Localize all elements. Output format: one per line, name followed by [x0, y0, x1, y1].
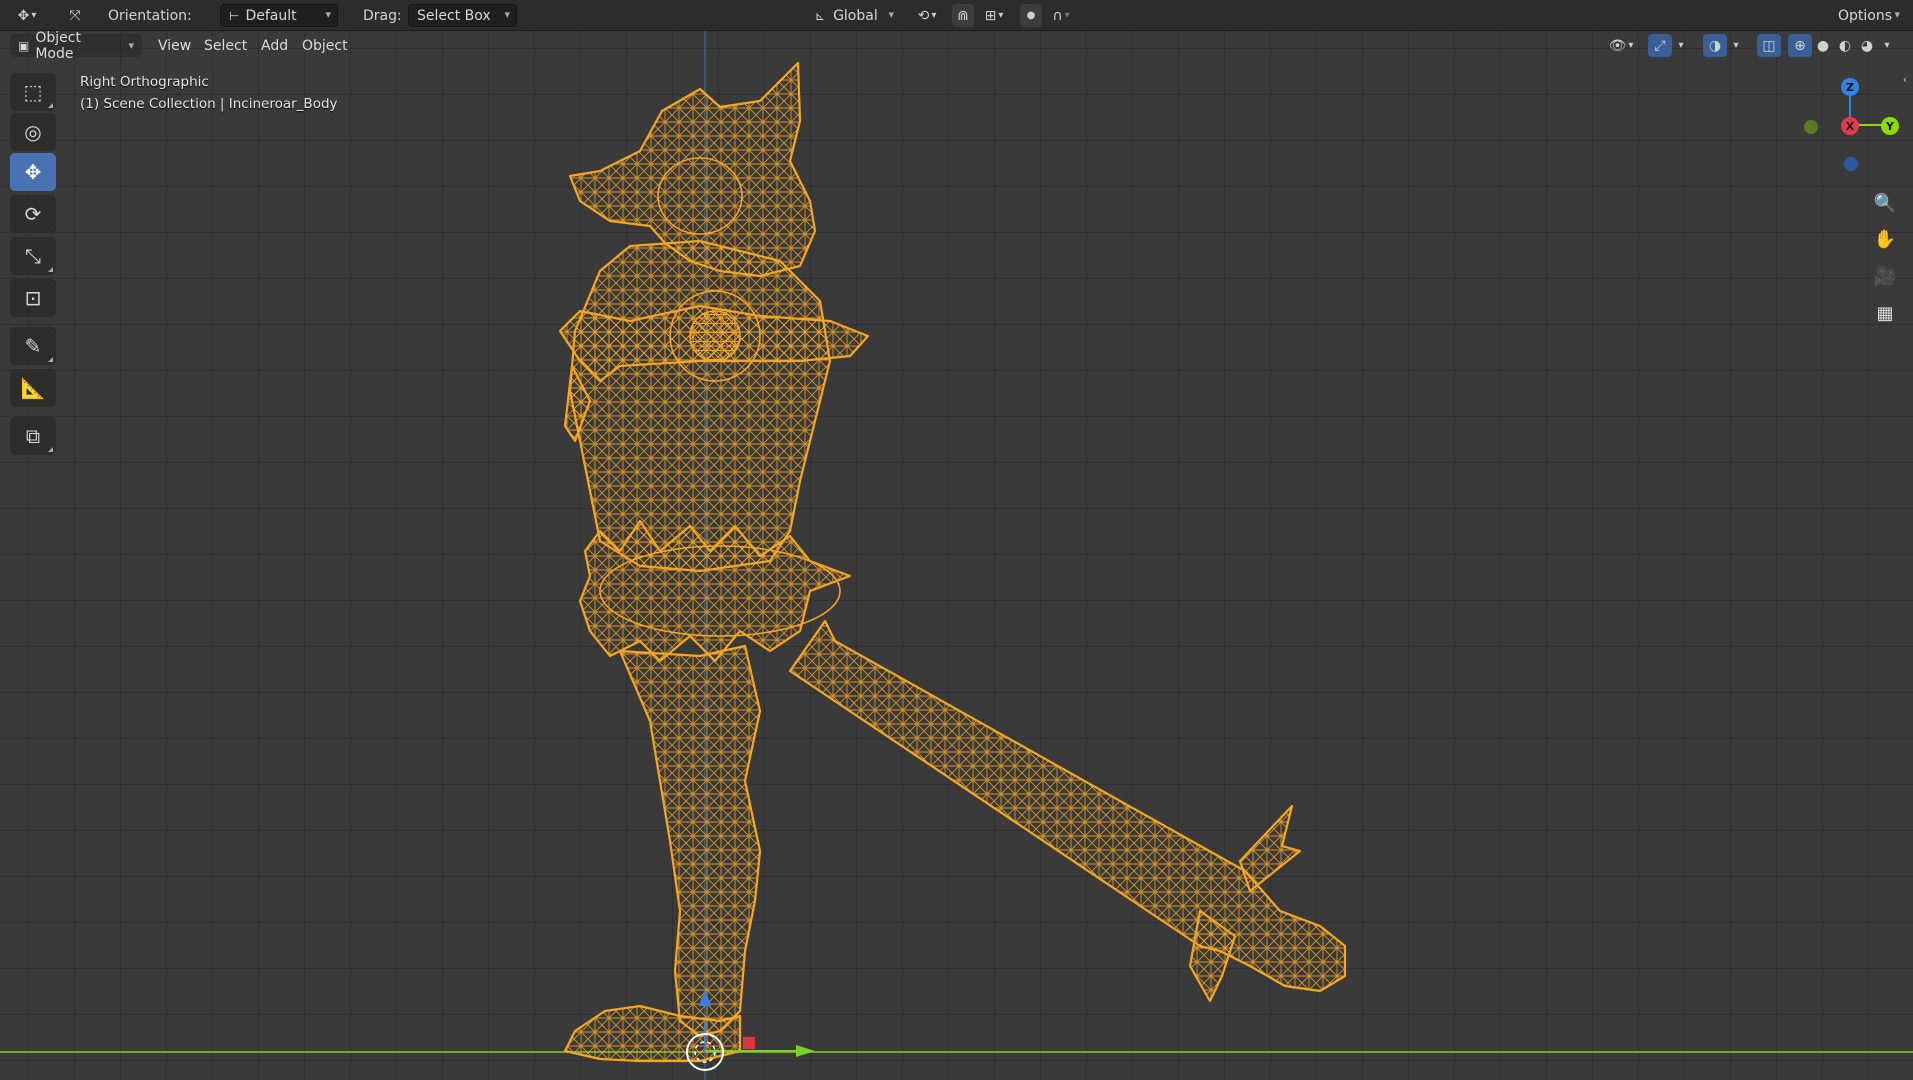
- gizmo-y-axis[interactable]: Y: [1881, 117, 1899, 135]
- move-icon: ✥: [24, 160, 42, 184]
- options-label: Options: [1838, 7, 1893, 24]
- menu-object[interactable]: Object: [294, 34, 356, 57]
- overlays-toggle[interactable]: ◑: [1703, 34, 1727, 57]
- transform-orientation-dropdown[interactable]: ⊾ Global ▾: [806, 4, 901, 27]
- rendered-sphere-icon: ◕: [1860, 37, 1874, 54]
- gizmo-menu[interactable]: ▾: [1674, 34, 1688, 57]
- move-arrows-icon: ⤧: [69, 7, 81, 24]
- tool-scale[interactable]: ⤡: [10, 237, 56, 275]
- options-dropdown[interactable]: Options ▾: [1829, 4, 1907, 27]
- tool-settings-header: ✥ ▾ ⤧ Orientation: ⊢ Default ▾ Drag: Sele…: [0, 0, 1913, 31]
- proportional-dot-icon: ●: [1026, 10, 1036, 21]
- tool-type-menu[interactable]: ✥ ▾: [10, 4, 44, 27]
- zoom-magnifier-icon: 🔍: [1873, 192, 1897, 214]
- 3d-viewport[interactable]: ▣ Object Mode ▾ View Select Add Object 👁…: [0, 31, 1913, 1080]
- add-cube-icon: ⧉: [25, 424, 41, 448]
- select-box-icon: ⬚: [23, 80, 43, 104]
- tool-cursor[interactable]: ◎: [10, 113, 56, 151]
- snap-increment-icon: ⊞: [984, 7, 997, 24]
- wireframe-sphere-icon: ⊕: [1794, 37, 1806, 54]
- tool-add-cube[interactable]: ⧉: [10, 417, 56, 455]
- object-mode-icon: ▣: [18, 38, 30, 53]
- tool-select-box[interactable]: ⬚: [10, 73, 56, 111]
- tool-transform[interactable]: ⊡: [10, 279, 56, 317]
- shading-material[interactable]: ◐: [1834, 34, 1856, 57]
- menu-select[interactable]: Select: [196, 34, 255, 57]
- eye-icon: 👁: [1608, 37, 1627, 54]
- scale-icon: ⤡: [25, 244, 41, 268]
- perspective-toggle-button[interactable]: ▦: [1870, 298, 1900, 328]
- gizmo-neg-z-axis[interactable]: [1844, 157, 1858, 171]
- camera-view-button[interactable]: 🎥: [1870, 261, 1900, 291]
- overlays-icon: ◑: [1708, 37, 1722, 54]
- falloff-menu[interactable]: ∩ ▾: [1046, 4, 1076, 27]
- global-axes-icon: ⊾: [815, 8, 826, 23]
- measure-ruler-icon: 📐: [20, 376, 46, 400]
- gizmo-z-axis[interactable]: Z: [1841, 78, 1859, 96]
- move-tool-icon: ✥: [17, 7, 30, 24]
- visibility-menu[interactable]: 👁 ▾: [1604, 34, 1638, 57]
- cursor-icon: ◎: [24, 120, 42, 144]
- orientation-value: Default: [245, 7, 297, 24]
- chevron-down-icon: ▾: [1884, 40, 1890, 51]
- rotate-icon: ⟳: [24, 202, 42, 226]
- pan-button[interactable]: ✋: [1870, 224, 1900, 254]
- gizmo-neg-y-axis[interactable]: [1804, 120, 1818, 134]
- tool-measure[interactable]: 📐: [10, 369, 56, 407]
- hand-icon: ✋: [1873, 228, 1897, 250]
- active-tool-icon: ⤧: [60, 4, 90, 27]
- drag-value: Select Box: [417, 7, 491, 24]
- chevron-down-icon: ▾: [1733, 40, 1739, 51]
- wireframe-model: [0, 31, 1913, 1080]
- viewport-header: ▣ Object Mode ▾ View Select Add Object 👁…: [0, 31, 1913, 86]
- pivot-icon: ⟲: [917, 7, 930, 24]
- gizmo-toggle[interactable]: ⤢: [1648, 34, 1672, 57]
- camera-icon: 🎥: [1873, 265, 1897, 287]
- drag-dropdown[interactable]: Select Box ▾: [408, 4, 517, 27]
- shading-wireframe[interactable]: ⊕: [1788, 34, 1812, 57]
- chevron-down-icon: ▾: [325, 8, 331, 21]
- gizmo-x-axis[interactable]: X: [1841, 117, 1859, 135]
- viewport-info: Right Orthographic (1) Scene Collection …: [80, 71, 338, 115]
- orientation-dropdown[interactable]: ⊢ Default ▾: [220, 4, 338, 27]
- gizmo-icon: ⤢: [1654, 37, 1666, 54]
- shading-rendered[interactable]: ◕: [1856, 34, 1878, 57]
- orientation-icon: ⊢: [229, 8, 240, 23]
- chevron-down-icon: ▾: [128, 39, 134, 52]
- transform-icon: ⊡: [24, 286, 42, 310]
- tool-rotate[interactable]: ⟳: [10, 195, 56, 233]
- menu-view[interactable]: View: [150, 34, 199, 57]
- chevron-down-icon: ▾: [1678, 40, 1684, 51]
- drag-label: Drag:: [363, 7, 402, 24]
- tool-move[interactable]: ✥: [10, 153, 56, 191]
- collection-path: (1) Scene Collection | Incineroar_Body: [80, 96, 338, 112]
- transform-orientation-value: Global: [833, 7, 878, 24]
- magnet-icon: ⋒: [957, 7, 969, 24]
- chevron-down-icon: ▾: [888, 8, 894, 21]
- menu-add[interactable]: Add: [253, 34, 296, 57]
- solid-sphere-icon: ●: [1816, 37, 1830, 54]
- overlays-menu[interactable]: ▾: [1729, 34, 1743, 57]
- annotate-pencil-icon: ✎: [24, 334, 42, 358]
- snap-toggle[interactable]: ⋒: [952, 4, 974, 27]
- mode-dropdown[interactable]: ▣ Object Mode ▾: [10, 31, 142, 62]
- pivot-point-menu[interactable]: ⟲ ▾: [910, 4, 944, 27]
- chevron-down-icon: ▾: [1894, 8, 1900, 21]
- proportional-editing-toggle[interactable]: ●: [1020, 4, 1042, 27]
- mode-label: Object Mode: [35, 31, 81, 62]
- chevron-down-icon: ▾: [504, 8, 510, 21]
- grid-icon: ▦: [1876, 302, 1894, 324]
- xray-icon: ◫: [1762, 37, 1776, 54]
- material-sphere-icon: ◐: [1838, 37, 1852, 54]
- snap-target-menu[interactable]: ⊞ ▾: [976, 4, 1012, 27]
- falloff-curve-icon: ∩: [1052, 7, 1063, 24]
- tool-annotate[interactable]: ✎: [10, 327, 56, 365]
- shading-menu[interactable]: ▾: [1880, 34, 1894, 57]
- view-name: Right Orthographic: [80, 74, 209, 90]
- shading-solid[interactable]: ●: [1812, 34, 1834, 57]
- xray-toggle[interactable]: ◫: [1757, 34, 1781, 57]
- orientation-label: Orientation:: [108, 7, 192, 24]
- zoom-button[interactable]: 🔍: [1870, 188, 1900, 218]
